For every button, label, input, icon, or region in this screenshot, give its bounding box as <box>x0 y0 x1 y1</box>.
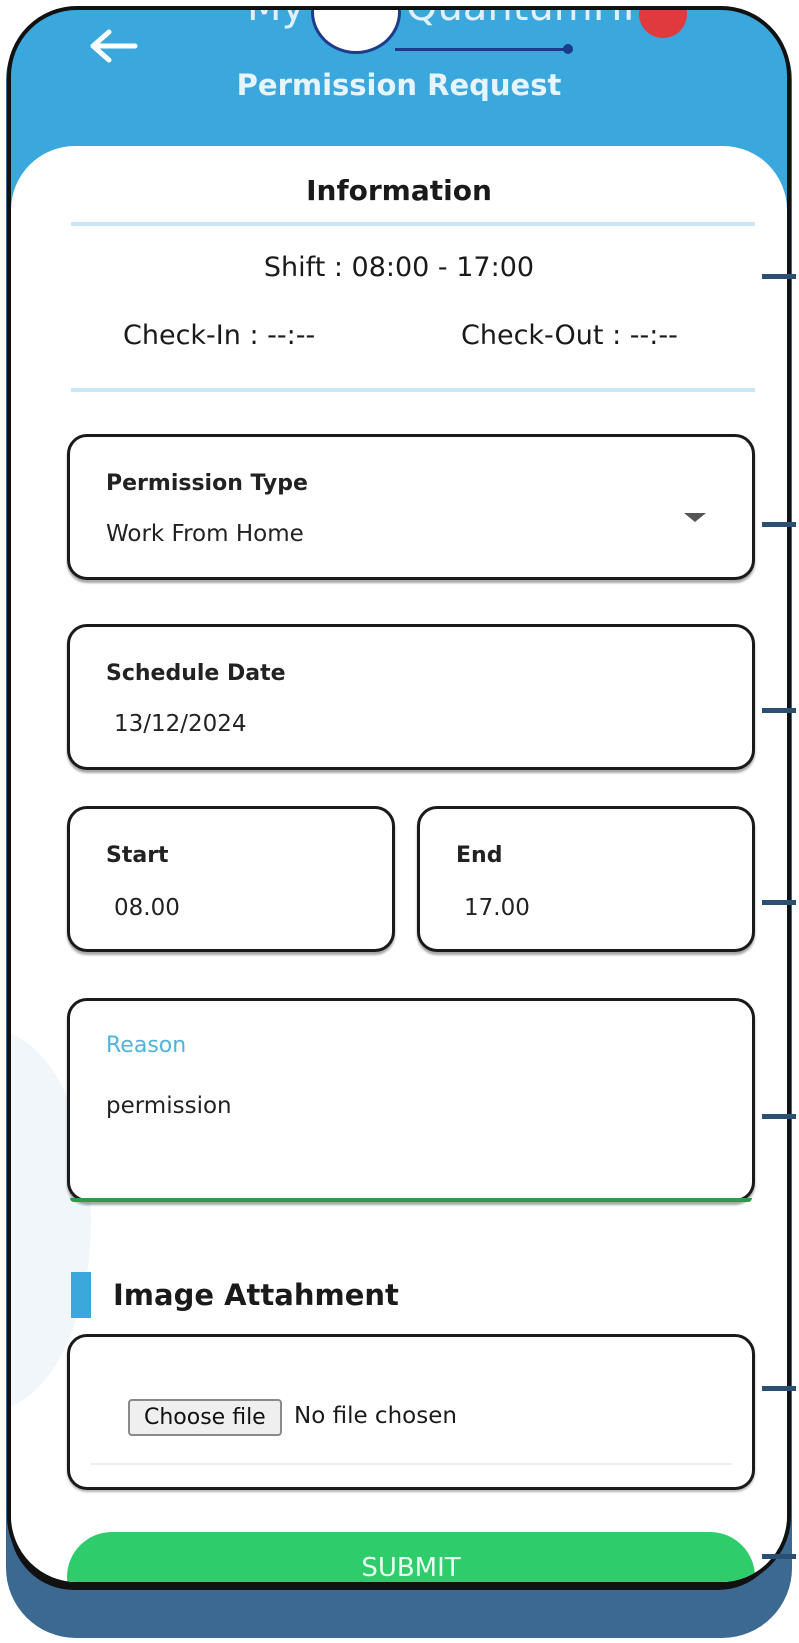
start-time-field[interactable]: Start 08.00 <box>67 806 395 952</box>
app-name-right: QuantumHR <box>406 6 651 30</box>
page-title: Permission Request <box>236 68 562 102</box>
side-tick <box>762 900 796 905</box>
schedule-date-value: 13/12/2024 <box>114 711 247 737</box>
section-accent-bar <box>71 1272 91 1318</box>
file-status-text: No file chosen <box>294 1403 457 1429</box>
notification-badge[interactable] <box>639 10 687 38</box>
side-tick <box>762 708 796 713</box>
app-name-left: My <box>247 6 306 30</box>
check-in-text: Check-In : --:-- <box>123 320 316 351</box>
end-time-field[interactable]: End 17.00 <box>417 806 755 952</box>
submit-button[interactable]: SUBMIT <box>67 1532 755 1582</box>
chevron-down-icon[interactable] <box>684 513 706 522</box>
attachment-title: Image Attahment <box>113 1278 399 1312</box>
logo-dot <box>563 44 573 54</box>
end-value: 17.00 <box>464 895 530 921</box>
divider <box>90 1463 732 1465</box>
side-tick <box>762 522 796 527</box>
end-label: End <box>456 843 503 868</box>
logo-line <box>395 48 565 51</box>
phone-screen: My QuantumHR Permission Request Informat… <box>7 6 791 1586</box>
side-tick <box>762 1386 796 1391</box>
app-header: My QuantumHR Permission Request <box>11 10 787 160</box>
reason-label: Reason <box>106 1033 187 1058</box>
permission-type-value: Work From Home <box>106 521 304 547</box>
logo-icon <box>311 10 401 54</box>
back-arrow-icon[interactable] <box>89 28 139 64</box>
side-tick <box>762 1554 796 1559</box>
reason-textarea[interactable]: Reason permission <box>67 998 755 1202</box>
check-out-text: Check-Out : --:-- <box>461 320 678 351</box>
choose-file-button[interactable]: Choose file <box>128 1399 282 1436</box>
side-tick <box>762 1114 796 1119</box>
divider <box>71 222 755 226</box>
shift-text: Shift : 08:00 - 17:00 <box>263 252 535 283</box>
information-title: Information <box>306 174 492 207</box>
file-upload-field: Choose file No file chosen <box>67 1334 755 1490</box>
start-value: 08.00 <box>114 895 180 921</box>
schedule-date-label: Schedule Date <box>106 661 286 686</box>
start-label: Start <box>106 843 169 868</box>
divider <box>71 388 755 392</box>
permission-type-select[interactable]: Permission Type Work From Home <box>67 434 755 580</box>
reason-value: permission <box>106 1093 232 1119</box>
side-tick <box>762 274 796 279</box>
reason-focus-underline <box>70 1198 752 1202</box>
schedule-date-field[interactable]: Schedule Date 13/12/2024 <box>67 624 755 770</box>
permission-type-label: Permission Type <box>106 471 308 496</box>
